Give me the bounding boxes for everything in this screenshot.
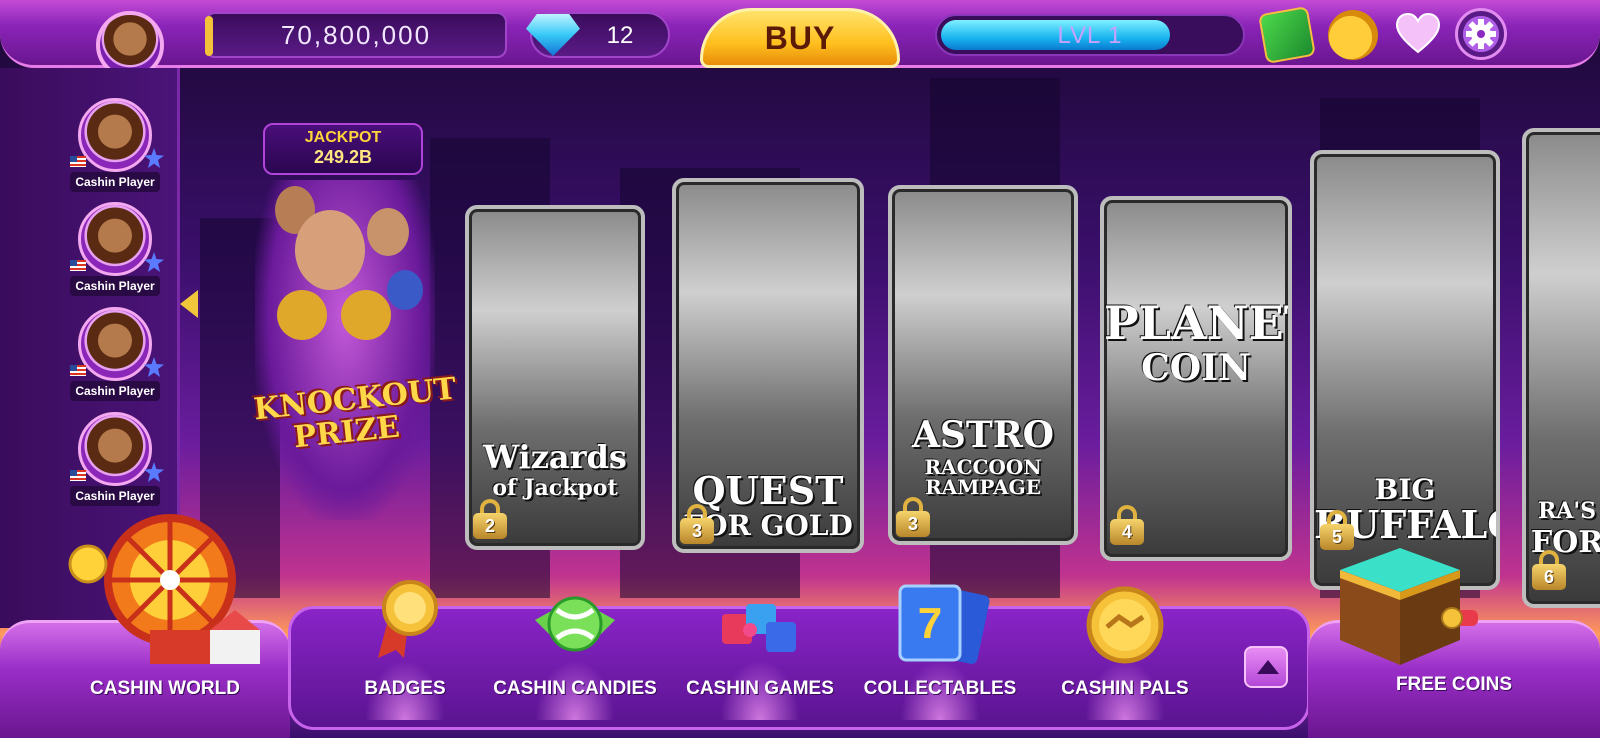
nav-cashin-world-label: CASHIN WORLD — [90, 678, 240, 699]
knockout-prize-game[interactable]: KNOCKOUT PRIZE — [252, 180, 458, 520]
avatar — [78, 412, 152, 486]
us-flag-icon — [70, 470, 86, 481]
coin-balance-value: 70,800,000 — [280, 19, 432, 50]
game-title-line1: PLANET — [1104, 296, 1288, 350]
nav-collectables[interactable]: 7 COLLECTABLES — [864, 580, 1016, 720]
lock-level: 4 — [1110, 519, 1144, 545]
avatar — [78, 307, 152, 381]
boxing-glove-icon — [277, 290, 327, 340]
lock-level: 2 — [473, 513, 507, 539]
boxer-figure — [295, 210, 365, 290]
us-flag-icon — [70, 260, 86, 271]
candy-icon — [535, 596, 615, 652]
buy-button[interactable]: BUY — [700, 8, 900, 68]
us-flag-icon — [70, 365, 86, 376]
nav-cashin-candies[interactable]: CASHIN CANDIES — [493, 580, 657, 720]
puzzle-icon — [722, 604, 796, 652]
lock-icon: 2 — [473, 499, 507, 539]
lock-level: 3 — [896, 511, 930, 537]
sidebar-player[interactable]: Cashin Player — [70, 98, 164, 198]
lock-icon: 4 — [1110, 505, 1144, 545]
game-title-line2: COIN — [1141, 347, 1251, 389]
expand-menu-button[interactable] — [1244, 646, 1288, 688]
heart-icon[interactable] — [1395, 12, 1441, 58]
boxing-glove-icon — [341, 290, 391, 340]
nav-badges-label: BADGES — [364, 678, 446, 699]
game-tile[interactable]: QUEST FOR GOLD 3 — [672, 178, 864, 553]
cash-icon[interactable] — [1258, 6, 1316, 64]
svg-text:7: 7 — [918, 599, 942, 648]
nav-cashin-pals-label: CASHIN PALS — [1061, 678, 1189, 699]
player-name: Cashin Player — [70, 381, 160, 401]
avatar — [78, 98, 152, 172]
buy-button-label: BUY — [764, 19, 836, 56]
gem-count: 12 — [606, 22, 634, 49]
treasure-chest-icon — [1340, 548, 1478, 665]
level-label: LVL 1 — [1057, 22, 1123, 49]
sidebar-player[interactable]: Cashin Player — [70, 307, 164, 407]
game-title-line2: RACCOON RAMPAGE — [924, 455, 1042, 499]
nav-cashin-games-label: CASHIN GAMES — [686, 678, 834, 699]
game-tile[interactable]: RA'S FOR 6 — [1522, 128, 1600, 608]
game-title-line1: Wizards — [483, 438, 627, 476]
nav-cashin-candies-label: CASHIN CANDIES — [493, 678, 657, 699]
piggy-bank-icon[interactable] — [1328, 10, 1378, 60]
game-tile[interactable]: BIG BUFFALO 5 — [1310, 150, 1500, 590]
lock-icon: 3 — [896, 497, 930, 537]
game-title-line1: ASTRO — [912, 414, 1054, 456]
sidebar-player[interactable]: Cashin Player — [70, 412, 164, 512]
game-title-line1: BIG — [1374, 473, 1436, 506]
sidebar-toggle-arrow[interactable] — [180, 290, 198, 318]
badge-medal-icon — [378, 580, 438, 658]
us-flag-icon — [70, 156, 86, 167]
lock-level: 6 — [1532, 564, 1566, 590]
jackpot-value: 249.2B — [313, 147, 373, 167]
knockout-prize-title: KNOCKOUT PRIZE — [252, 371, 458, 457]
nav-badges[interactable]: BADGES — [345, 580, 465, 720]
settings-button[interactable] — [1455, 8, 1507, 60]
boxing-glove-icon — [387, 270, 423, 310]
lock-level: 3 — [680, 518, 714, 544]
game-title-line1: RA'S — [1538, 498, 1596, 524]
game-title-line2: of Jackpot — [492, 475, 618, 501]
nav-collectables-label: COLLECTABLES — [863, 678, 1017, 699]
lock-icon: 6 — [1532, 550, 1566, 590]
lock-icon: 3 — [680, 504, 714, 544]
ferris-wheel-icon — [68, 514, 260, 664]
coin-balance[interactable]: 70,800,000 — [205, 12, 507, 58]
player-name: Cashin Player — [70, 276, 160, 296]
game-tile[interactable]: PLANET COIN 4 — [1100, 196, 1292, 561]
level-progress-bar[interactable]: LVL 1 — [935, 14, 1245, 56]
nav-free-coins-label: FREE COINS — [1395, 674, 1513, 695]
sidebar-player[interactable]: Cashin Player — [70, 202, 164, 302]
cards-icon: 7 — [898, 584, 990, 664]
gear-icon — [1466, 19, 1496, 49]
nav-cashin-pals[interactable]: CASHIN PALS — [1055, 580, 1195, 720]
boxer-figure — [367, 208, 409, 256]
jackpot-display: JACKPOT 249.2B — [263, 123, 423, 175]
game-tile[interactable]: Wizards of Jackpot 2 — [465, 205, 645, 550]
avatar — [78, 202, 152, 276]
handshake-coin-icon — [1086, 586, 1164, 664]
player-name: Cashin Player — [70, 172, 160, 192]
nav-cashin-games[interactable]: CASHIN GAMES — [686, 580, 834, 720]
game-tile[interactable]: ASTRO RACCOON RAMPAGE 3 — [888, 185, 1078, 545]
jackpot-title: JACKPOT — [304, 129, 382, 146]
